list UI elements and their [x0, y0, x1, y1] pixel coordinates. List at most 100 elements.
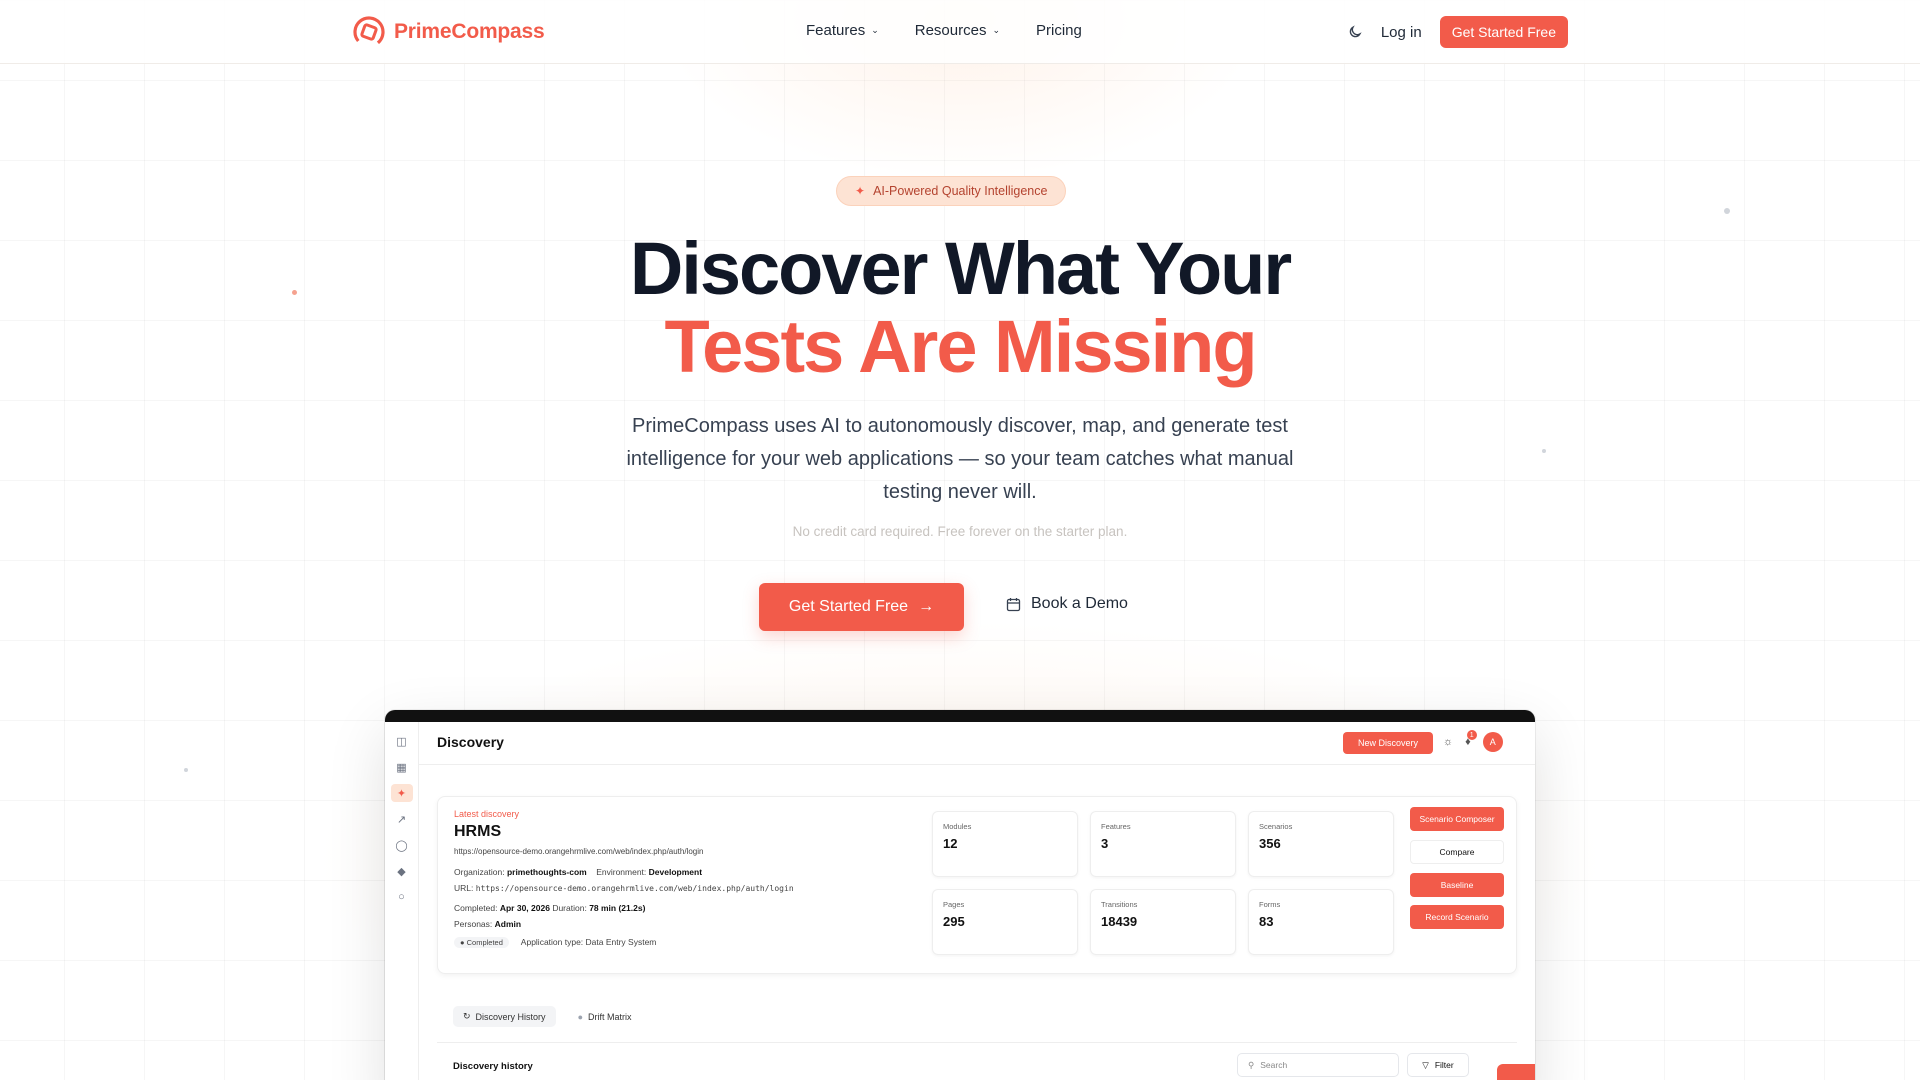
- top-navbar: PrimeCompass Features ⌄ Resources ⌄ Pric…: [0, 0, 1920, 64]
- stat-forms: Forms 83: [1248, 889, 1394, 955]
- latest-discovery-card: Latest discovery HRMS https://opensource…: [437, 796, 1517, 974]
- trend-icon: ↗: [396, 813, 407, 826]
- personas-value: Admin: [494, 919, 522, 929]
- search-icon: ⚲: [1248, 1059, 1255, 1070]
- preview-page-title: Discovery: [437, 734, 504, 750]
- completed-value: Apr 30, 2026: [499, 903, 550, 913]
- sparkle-icon: ✦: [855, 184, 866, 198]
- application-type: Application type: Data Entry System: [520, 937, 657, 947]
- duration-value: 78 min (21.2s): [589, 903, 646, 913]
- status-row: ● Completed Application type: Data Entry…: [454, 937, 656, 948]
- nav-features[interactable]: Features ⌄: [806, 22, 879, 39]
- preview-top-icons: ☼ ♦ 1 A: [1443, 730, 1503, 752]
- filter-icon: ▽: [1422, 1059, 1429, 1070]
- stat-transitions: Transitions 18439: [1090, 889, 1236, 955]
- latest-discovery-label: Latest discovery: [454, 809, 520, 819]
- nav-features-label: Features: [806, 22, 866, 39]
- duration-label: Duration:: [552, 903, 587, 913]
- login-link[interactable]: Log in: [1381, 24, 1422, 41]
- tab-discovery-history: ↻ Discovery History: [453, 1006, 556, 1027]
- discovery-history-title: Discovery history: [453, 1061, 533, 1072]
- app-url: https://opensource-demo.orangehrmlive.co…: [454, 847, 704, 856]
- nav-get-started-button[interactable]: Get Started Free: [1439, 16, 1568, 48]
- nav-links: Features ⌄ Resources ⌄ Pricing: [806, 22, 1082, 39]
- stat-value: 83: [1259, 914, 1274, 929]
- status-badge: ● Completed: [454, 937, 509, 948]
- preview-tabs: ↻ Discovery History ● Drift Matrix: [453, 1006, 642, 1027]
- preview-sidebar: ◫ ▦ ✦ ↗ ◯ ◆ ○: [385, 722, 419, 1080]
- decor-dot: [184, 768, 188, 772]
- calendar-icon: [1006, 597, 1021, 611]
- avatar: A: [1482, 732, 1503, 752]
- baseline-button: Baseline: [1410, 873, 1504, 897]
- book-demo-label: Book a Demo: [1031, 595, 1128, 612]
- hero-headline-line2: Tests Are Missing: [664, 305, 1257, 388]
- tab-label: Drift Matrix: [588, 1011, 632, 1022]
- organization-row: Organization: primethoughts-com Environm…: [454, 867, 702, 877]
- dot-icon: ●: [577, 1011, 583, 1022]
- tag-icon: ◆: [397, 865, 406, 878]
- completed-label: Completed:: [454, 903, 498, 913]
- url-label: URL:: [454, 883, 474, 893]
- preview-header-divider: [419, 764, 1535, 765]
- tab-label: Discovery History: [475, 1011, 546, 1022]
- environment-value: Development: [648, 867, 703, 877]
- new-discovery-button: New Discovery: [1343, 732, 1433, 754]
- moon-icon[interactable]: [1347, 24, 1363, 40]
- stat-label: Features: [1101, 822, 1131, 831]
- stat-value: 356: [1259, 836, 1281, 851]
- discovery-icon: ✦: [390, 784, 413, 802]
- url-row: URL: https://opensource-demo.orangehrmli…: [454, 883, 794, 893]
- compare-button: Compare: [1410, 840, 1504, 864]
- hero-get-started-label: Get Started Free: [788, 598, 909, 615]
- preview-search-input: ⚲ Search: [1237, 1053, 1399, 1077]
- sidebar-toggle-icon: ◫: [396, 735, 407, 748]
- stat-label: Pages: [943, 900, 965, 909]
- stat-value: 295: [943, 914, 965, 929]
- url-value: https://opensource-demo.orangehrmlive.co…: [475, 884, 794, 893]
- book-demo-button[interactable]: Book a Demo: [1006, 595, 1128, 613]
- shield-icon: ◯: [395, 839, 408, 852]
- notification-badge: 1: [1466, 730, 1477, 740]
- organization-value: primethoughts-com: [506, 867, 587, 877]
- personas-row: Personas: Admin: [454, 919, 521, 929]
- sun-icon: ☼: [1443, 736, 1454, 748]
- brand-name: PrimeCompass: [394, 20, 545, 43]
- nav-resources[interactable]: Resources ⌄: [915, 22, 1000, 39]
- hero-get-started-button[interactable]: Get Started Free →: [759, 583, 964, 631]
- personas-label: Personas:: [454, 919, 493, 929]
- search-placeholder: Search: [1260, 1060, 1288, 1070]
- decor-dot: [1542, 449, 1546, 453]
- stat-label: Scenarios: [1259, 822, 1293, 831]
- preview-filter-button: ▽ Filter: [1407, 1053, 1469, 1077]
- stat-label: Transitions: [1101, 900, 1138, 909]
- hero-subtitle: PrimeCompass uses AI to autonomously dis…: [626, 415, 1294, 503]
- bell-icon: ♦ 1: [1465, 730, 1477, 748]
- nav-actions: Log in Get Started Free: [1347, 16, 1568, 48]
- stat-features: Features 3: [1090, 811, 1236, 877]
- brand-logo[interactable]: PrimeCompass: [352, 15, 545, 49]
- floating-feedback-tab: [1497, 1064, 1535, 1080]
- discovery-history-header: Discovery history ⚲ Search ▽ Filter: [437, 1042, 1517, 1080]
- chevron-down-icon: ⌄: [992, 25, 1000, 35]
- tab-drift-matrix: ● Drift Matrix: [568, 1007, 642, 1027]
- nav-pricing[interactable]: Pricing: [1036, 22, 1082, 39]
- stat-pages: Pages 295: [932, 889, 1078, 955]
- hero-note: No credit card required. Free forever on…: [792, 524, 1128, 539]
- circle-icon: ○: [398, 891, 405, 903]
- decor-dot: [1724, 208, 1730, 214]
- stat-label: Forms: [1259, 900, 1281, 909]
- chevron-down-icon: ⌄: [871, 25, 879, 35]
- stat-value: 18439: [1101, 914, 1138, 929]
- stat-value: 3: [1101, 836, 1109, 851]
- filter-label: Filter: [1434, 1060, 1454, 1070]
- stat-label: Modules: [943, 822, 972, 831]
- stat-scenarios: Scenarios 356: [1248, 811, 1394, 877]
- grid-icon: ▦: [396, 761, 407, 774]
- environment-label: Environment:: [596, 867, 647, 877]
- hero-badge-text: AI-Powered Quality Intelligence: [873, 184, 1048, 198]
- stat-modules: Modules 12: [932, 811, 1078, 877]
- history-icon: ↻: [463, 1011, 471, 1021]
- nav-pricing-label: Pricing: [1036, 22, 1082, 39]
- record-scenario-button: Record Scenario: [1410, 905, 1504, 929]
